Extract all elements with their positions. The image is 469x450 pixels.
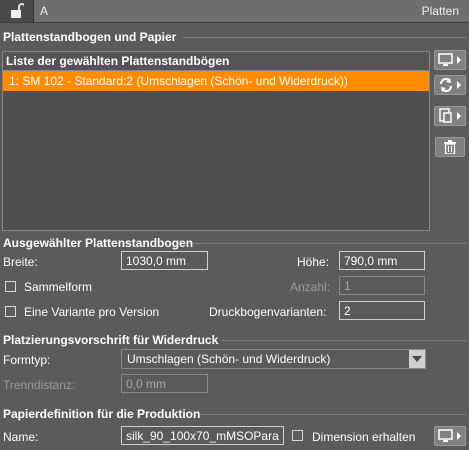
unlocked-icon	[11, 3, 24, 18]
hoehe-label: Höhe:	[297, 255, 330, 269]
variante-label: Eine Variante pro Version	[24, 305, 160, 319]
monitor-icon	[438, 53, 461, 66]
list-header: Liste der gewählten Plattenstandbögen	[3, 52, 429, 71]
druckbogen-label: Druckbogenvarianten:	[209, 305, 327, 319]
section-title-selected: Ausgewählter Plattenstandbogen	[3, 236, 194, 250]
paper-name-value: silk_90_100x70_mMSOPara	[126, 429, 279, 443]
paper-monitor-menu-button[interactable]	[434, 426, 466, 446]
divider	[221, 340, 467, 341]
formtyp-value: Umschlagen (Schön- und Widerdruck)	[127, 352, 331, 366]
monitor-icon	[438, 429, 461, 442]
variante-checkbox[interactable]	[5, 306, 16, 317]
druckbogen-input[interactable]: 2	[339, 301, 425, 320]
formtyp-label: Formtyp:	[3, 353, 51, 367]
name-label: Name:	[3, 430, 39, 444]
breite-label: Breite:	[3, 255, 38, 269]
list-header-label: Liste der gewählten Plattenstandbögen	[6, 54, 230, 68]
refresh-icon	[440, 78, 461, 92]
title-bar: A Platten	[0, 0, 469, 23]
sheet-list[interactable]: Liste der gewählten Plattenstandbögen 1:…	[2, 51, 430, 231]
formtyp-select[interactable]: Umschlagen (Schön- und Widerdruck)	[121, 349, 426, 369]
hoehe-input[interactable]: 790,0 mm	[339, 251, 425, 270]
section-title-sheets: Plattenstandbogen und Papier	[3, 30, 177, 44]
divider	[200, 414, 467, 415]
list-item-selected[interactable]: 1: SM 102 - Standard:2 (Umschlagen (Schö…	[3, 71, 429, 91]
delete-button[interactable]	[435, 137, 465, 157]
anzahl-label: Anzahl:	[290, 280, 331, 294]
trenndistanz-input[interactable]: 0,0 mm	[121, 374, 208, 393]
sammelform-label: Sammelform	[24, 280, 93, 294]
title-right-label: Platten	[421, 4, 459, 18]
anzahl-input[interactable]: 1	[339, 276, 425, 295]
lock-toggle[interactable]	[0, 0, 34, 22]
breite-input[interactable]: 1030,0 mm	[121, 251, 208, 270]
monitor-menu-button[interactable]	[434, 50, 466, 70]
trenndistanz-label: Trenndistanz:	[3, 378, 76, 392]
divider	[183, 37, 467, 38]
list-item-label: 1: SM 102 - Standard:2 (Umschlagen (Schö…	[9, 74, 348, 88]
chevron-down-icon	[412, 356, 422, 362]
dimension-checkbox[interactable]	[292, 430, 303, 441]
section-title-placement: Platzierungsvorschrift für Widerdruck	[3, 333, 219, 347]
divider	[193, 243, 467, 244]
export-menu-button[interactable]	[434, 106, 466, 126]
dropdown-arrow[interactable]	[409, 350, 425, 368]
sammelform-checkbox[interactable]	[5, 281, 16, 292]
title-left-label: A	[40, 4, 49, 18]
export-icon	[439, 108, 461, 123]
trash-icon	[444, 140, 456, 154]
section-title-paper: Papierdefinition für die Produktion	[3, 407, 201, 421]
paper-name-input[interactable]: silk_90_100x70_mMSOPara	[121, 426, 284, 445]
refresh-menu-button[interactable]	[434, 75, 466, 95]
dimension-label: Dimension erhalten	[312, 430, 416, 444]
